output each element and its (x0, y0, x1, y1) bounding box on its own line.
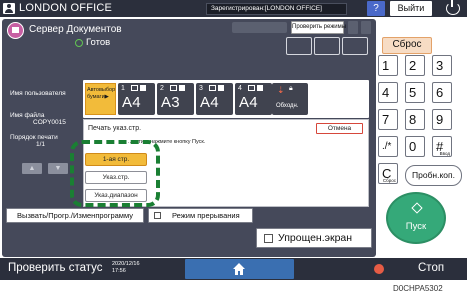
key-4[interactable]: 4 (378, 82, 398, 103)
stop-button[interactable]: Стоп (418, 262, 444, 274)
tray-size: A4 (239, 94, 258, 111)
empty-slot (342, 37, 368, 55)
check-modes-button[interactable]: Проверить режимы (291, 21, 346, 34)
key-0[interactable]: 0 (405, 136, 425, 157)
status-text: Готов (86, 37, 111, 48)
date: 2020/12/16 (112, 261, 140, 267)
caps-indicator (348, 21, 358, 34)
checkbox-icon (154, 212, 161, 219)
first-page-option[interactable]: 1-ая стр. (85, 153, 147, 166)
paper-icon (131, 85, 138, 91)
reset-button[interactable]: Сброс (382, 37, 432, 54)
key-9[interactable]: 9 (432, 109, 452, 130)
recall-program-button[interactable]: Вызвать/Прогр./Изменпрограмму (6, 208, 144, 223)
registration-status[interactable]: Зарегистрирован:[LONDON OFFICE] (206, 3, 347, 15)
logout-button[interactable]: Выйти (390, 1, 432, 16)
start-button[interactable]: Пуск (386, 192, 446, 244)
clear-sub-label: Сброс (382, 178, 396, 183)
interrupt-mode-label: Режим прерывания (172, 211, 240, 220)
key-8[interactable]: 8 (405, 109, 425, 130)
check-status-button[interactable]: Проверить статус (8, 262, 103, 274)
stop-icon[interactable] (374, 264, 384, 274)
start-label: Пуск (405, 221, 427, 232)
lock-icon: 🔒︎ (289, 85, 293, 92)
caps-indicator (361, 21, 371, 34)
key-5[interactable]: 5 (405, 82, 425, 103)
scroll-up-button[interactable]: ▲ (22, 163, 42, 174)
home-button[interactable] (185, 259, 294, 279)
tray-number: 3 (199, 85, 203, 92)
app-title: Сервер Документов (29, 24, 122, 35)
bypass-tray[interactable]: ⇣ 🔒︎ Обходн. (272, 83, 308, 115)
key-1[interactable]: 1 (378, 55, 398, 76)
tray-number: 4 (238, 85, 242, 92)
help-button[interactable]: ? (367, 1, 385, 16)
tray-size: A4 (200, 94, 219, 111)
image-code: D0CHPA5302 (393, 284, 443, 293)
enter-label: Ввод (439, 151, 450, 156)
tray-1[interactable]: 1 A4 (118, 83, 155, 115)
print-order-label: Порядок печати (10, 134, 58, 141)
checkbox-icon (264, 234, 273, 243)
auto-select-label: бумаги▶ (87, 94, 109, 100)
document-server-icon (7, 22, 24, 39)
scroll-down-button[interactable]: ▼ (48, 163, 68, 174)
bypass-arrow-icon: ⇣ (277, 85, 285, 95)
power-icon[interactable] (446, 0, 460, 15)
interrupt-mode-button[interactable]: Режим прерывания (148, 208, 253, 223)
tray-number: 1 (121, 85, 125, 92)
date-time: 2020/12/16 17:56 (112, 261, 140, 275)
key-3[interactable]: 3 (432, 55, 452, 76)
specified-page-option[interactable]: Указ.стр. (85, 171, 147, 184)
key-hash[interactable]: # Ввод (432, 136, 452, 157)
key-6[interactable]: 6 (432, 82, 452, 103)
simple-screen-button[interactable]: Упрощен.экран (256, 228, 372, 248)
auto-paper-select-tray[interactable]: Автовыбор бумаги▶ (85, 83, 116, 115)
paper-stack-icon (257, 85, 263, 91)
key-2[interactable]: 2 (405, 55, 425, 76)
tray-size: A3 (161, 94, 180, 111)
cancel-button[interactable]: Отмена (316, 123, 363, 134)
paper-stack-icon (218, 85, 224, 91)
file-name-value: COPY0015 (33, 119, 66, 126)
key-7[interactable]: 7 (378, 109, 398, 130)
tray-3[interactable]: 3 A4 (196, 83, 233, 115)
tray-2[interactable]: 2 A3 (157, 83, 194, 115)
paper-icon (209, 85, 216, 91)
empty-slot (286, 37, 312, 55)
paper-stack-icon (179, 85, 185, 91)
tray-number: 2 (160, 85, 164, 92)
tray-4[interactable]: 4 A4 (235, 83, 272, 115)
disabled-button (232, 22, 287, 33)
home-icon (233, 263, 245, 275)
print-order-value: 1/1 (36, 141, 46, 148)
bypass-label: Обходн. (276, 103, 299, 109)
sample-copy-button[interactable]: Пробн.коп. (405, 165, 462, 186)
empty-slot (314, 37, 340, 55)
file-name-label: Имя файла (10, 112, 45, 119)
specified-range-option[interactable]: Указ.диапазон (85, 189, 147, 202)
office-title: LONDON OFFICE (19, 2, 113, 14)
simple-screen-label: Упрощен.экран (278, 232, 353, 244)
user-icon (3, 3, 15, 14)
dialog-title: Печать указ.стр. (88, 125, 142, 132)
time: 17:56 (112, 268, 126, 274)
auto-select-label: Автовыбор (87, 87, 116, 93)
user-name-label: Имя пользователя (10, 90, 66, 97)
paper-icon (248, 85, 255, 91)
start-icon (411, 202, 423, 214)
tray-size: A4 (122, 94, 141, 111)
paper-icon (170, 85, 177, 91)
clear-key[interactable]: C Сброс (378, 163, 398, 184)
key-dot-star[interactable]: ./* (378, 136, 398, 157)
ready-status-icon (75, 39, 83, 47)
paper-stack-icon (140, 85, 146, 91)
